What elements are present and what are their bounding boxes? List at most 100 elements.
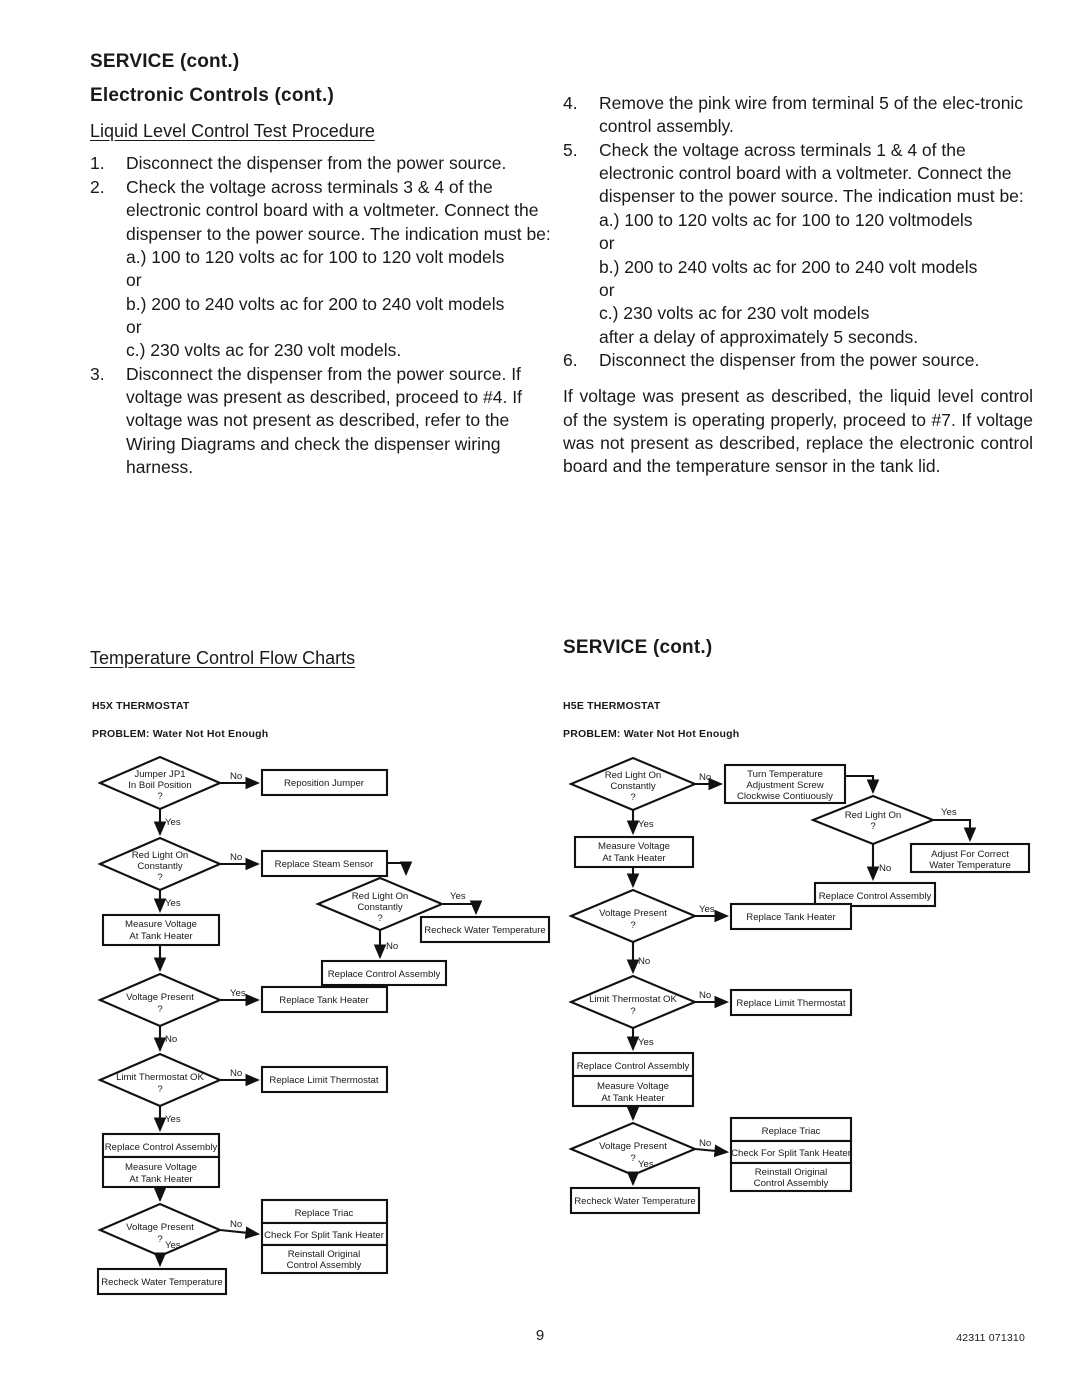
svg-text:?: ?: [630, 1153, 635, 1164]
svg-text:No: No: [879, 863, 891, 874]
svg-text:Red Light On: Red Light On: [132, 850, 189, 861]
svg-text:Check For Split Tank Heater: Check For Split Tank Heater: [264, 1230, 385, 1241]
step-item: 2. Check the voltage across terminals 3 …: [90, 176, 560, 363]
svg-text:Yes: Yes: [699, 904, 715, 915]
edge-x15-x17: [219, 1226, 261, 1239]
svg-text:Constantly: Constantly: [610, 781, 656, 792]
step-number: 5.: [563, 139, 578, 160]
svg-text:Yes: Yes: [165, 1240, 181, 1251]
svg-text:No: No: [230, 1068, 242, 1079]
step-text: Check the voltage across terminals 3 & 4…: [126, 176, 551, 244]
svg-text:Reinstall Original: Reinstall Original: [288, 1249, 361, 1260]
svg-text:Measure Voltage: Measure Voltage: [597, 1081, 669, 1092]
svg-text:Jumper JP1: Jumper JP1: [134, 769, 185, 780]
h5x-model-label: H5X THERMOSTAT: [92, 700, 190, 712]
svg-text:Replace Control Assembly: Replace Control Assembly: [105, 1142, 218, 1153]
svg-text:No: No: [386, 941, 398, 952]
svg-text:Limit Thermostat OK: Limit Thermostat OK: [589, 994, 677, 1005]
sub-item: b.) 200 to 240 volts ac for 200 to 240 v…: [599, 256, 978, 277]
svg-text:No: No: [699, 1138, 711, 1149]
section-title: Electronic Controls (cont.): [90, 84, 334, 106]
left-steps-list: 1. Disconnect the dispenser from the pow…: [90, 152, 560, 479]
svg-text:Replace Tank Heater: Replace Tank Heater: [279, 995, 369, 1006]
edge-e2-e3: [845, 774, 880, 795]
svg-text:?: ?: [630, 920, 635, 931]
step-number: 3.: [90, 363, 105, 384]
svg-text:Control Assembly: Control Assembly: [287, 1260, 362, 1271]
svg-text:At Tank Heater: At Tank Heater: [602, 853, 666, 864]
svg-text:?: ?: [157, 1084, 162, 1095]
svg-text:Recheck Water Temperature: Recheck Water Temperature: [574, 1196, 696, 1207]
svg-text:Replace Tank Heater: Replace Tank Heater: [746, 912, 836, 923]
sub-item: c.) 230 volts ac for 230 volt models: [599, 303, 870, 324]
sub-item: or: [126, 270, 142, 291]
svg-text:No: No: [230, 771, 242, 782]
svg-text:In Boil Position: In Boil Position: [128, 780, 191, 791]
step-item: 1. Disconnect the dispenser from the pow…: [90, 152, 560, 175]
svg-text:Yes: Yes: [230, 988, 246, 999]
step-item: 3. Disconnect the dispenser from the pow…: [90, 363, 560, 480]
sub-item: or: [126, 316, 142, 337]
svg-text:Constantly: Constantly: [357, 902, 403, 913]
svg-text:Measure Voltage: Measure Voltage: [598, 841, 670, 852]
svg-text:?: ?: [157, 1234, 162, 1245]
svg-text:No: No: [638, 956, 650, 967]
h5e-problem-label: PROBLEM: Water Not Hot Enough: [563, 728, 740, 740]
svg-text:Yes: Yes: [165, 898, 181, 909]
h5x-flowchart: Jumper JP1 In Boil Position ? Reposition…: [90, 752, 560, 1309]
sub-item: a.) 100 to 120 volts ac for 100 to 120 v…: [599, 209, 973, 230]
edge-x5-x6: [442, 900, 483, 916]
sub-item: or: [599, 279, 615, 300]
procedure-heading: Liquid Level Control Test Procedure: [90, 120, 375, 141]
step-number: 4.: [563, 93, 578, 113]
svg-text:Voltage Present: Voltage Present: [126, 992, 194, 1003]
svg-text:At Tank Heater: At Tank Heater: [129, 1174, 193, 1185]
svg-text:Check For Split Tank Heater: Check For Split Tank Heater: [731, 1148, 852, 1159]
svg-text:?: ?: [377, 913, 382, 924]
sub-item: c.) 230 volts ac for 230 volt models.: [126, 340, 402, 361]
right-steps-list: 4. Remove the pink wire from terminal 5 …: [563, 92, 1033, 372]
svg-text:Yes: Yes: [450, 891, 466, 902]
svg-text:No: No: [165, 1034, 177, 1045]
svg-text:Reposition Jumper: Reposition Jumper: [284, 778, 365, 789]
svg-text:Voltage Present: Voltage Present: [126, 1222, 194, 1233]
step-text: Remove the pink wire from terminal 5 of …: [599, 93, 1024, 137]
svg-text:No: No: [699, 990, 711, 1001]
sub-item: b.) 200 to 240 volts ac for 200 to 240 v…: [126, 293, 505, 314]
page-title: SERVICE (cont.): [90, 51, 240, 72]
sub-item: or: [599, 233, 615, 254]
step-number: 2.: [90, 176, 105, 197]
h5e-edge-labels: No Yes Yes No Yes No No Yes No Yes: [638, 772, 957, 1170]
step-item: 4. Remove the pink wire from terminal 5 …: [563, 92, 1033, 139]
step-number: 1.: [90, 153, 105, 174]
step-number: 6.: [563, 349, 578, 370]
svg-text:Voltage Present: Voltage Present: [599, 1141, 667, 1152]
svg-text:Constantly: Constantly: [137, 861, 183, 872]
svg-text:Yes: Yes: [165, 1114, 181, 1125]
step-text: Disconnect the dispenser from the power …: [126, 153, 507, 174]
step-sublist: a.) 100 to 120 volts ac for 100 to 120 v…: [599, 209, 1033, 349]
h5x-problem-label: PROBLEM: Water Not Hot Enough: [92, 728, 269, 740]
left-column: SERVICE (cont.) Electronic Controls (con…: [90, 51, 560, 480]
svg-text:Measure Voltage: Measure Voltage: [125, 1162, 197, 1173]
step-item: 6. Disconnect the dispenser from the pow…: [563, 349, 1033, 372]
svg-text:At Tank Heater: At Tank Heater: [129, 931, 193, 942]
edge-x4-x5: [387, 861, 413, 877]
svg-text:Replace Steam Sensor: Replace Steam Sensor: [275, 859, 374, 870]
svg-text:No: No: [230, 1219, 242, 1230]
svg-text:?: ?: [870, 821, 875, 832]
h5e-model-label: H5E THERMOSTAT: [563, 700, 661, 712]
svg-text:Yes: Yes: [638, 1037, 654, 1048]
edge-e3-e4: [933, 818, 977, 843]
svg-text:Replace Limit Thermostat: Replace Limit Thermostat: [736, 998, 845, 1009]
svg-text:No: No: [230, 852, 242, 863]
step-sublist: a.) 100 to 120 volts ac for 100 to 120 v…: [126, 246, 560, 363]
svg-text:Replace Triac: Replace Triac: [762, 1126, 821, 1137]
svg-text:Adjust For Correct: Adjust For Correct: [931, 849, 1009, 860]
svg-text:Replace Limit Thermostat: Replace Limit Thermostat: [269, 1075, 378, 1086]
svg-text:Replace Control Assembly: Replace Control Assembly: [328, 969, 441, 980]
svg-text:Recheck Water Temperature: Recheck Water Temperature: [101, 1277, 223, 1288]
right-service-title: SERVICE (cont.): [563, 637, 713, 658]
svg-text:Yes: Yes: [165, 817, 181, 828]
